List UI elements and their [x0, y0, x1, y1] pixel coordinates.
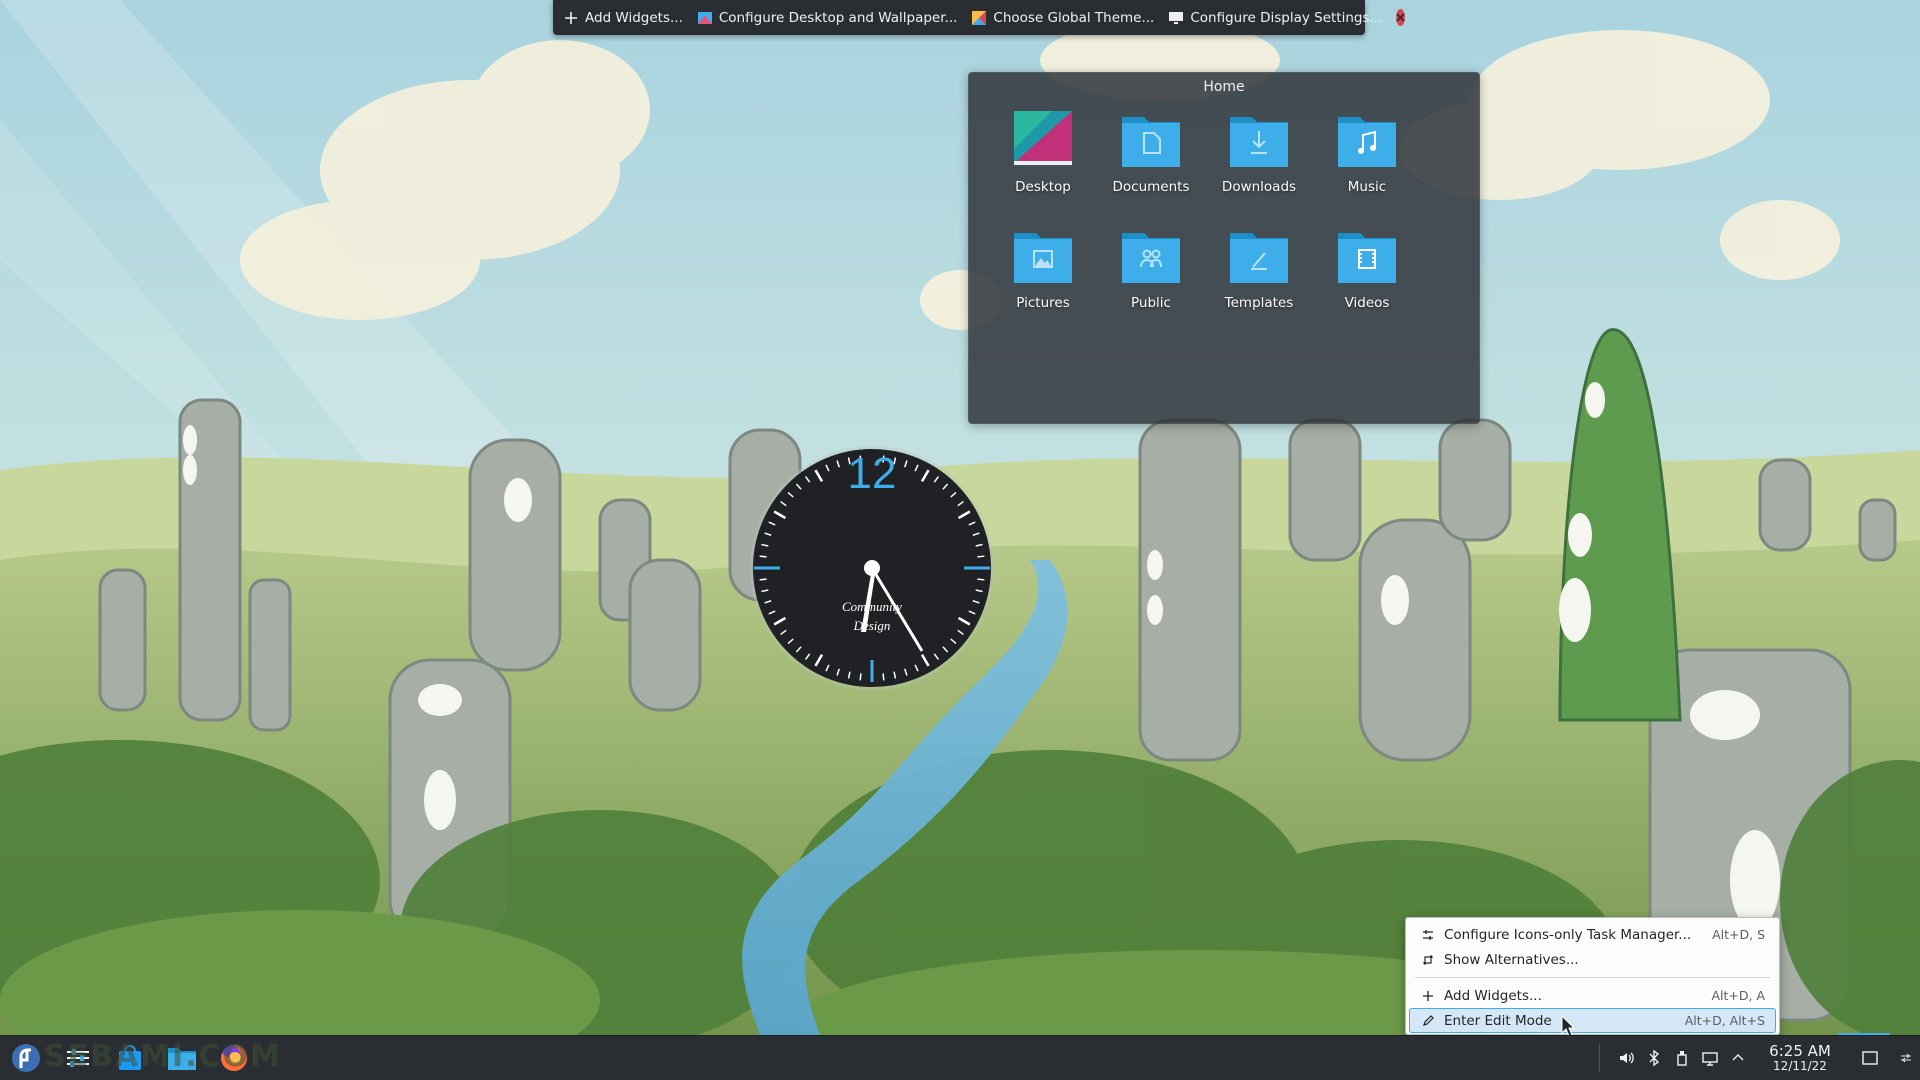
folder-documents[interactable]: Documents: [1097, 107, 1205, 223]
configure-display-button[interactable]: Configure Display Settings...: [1168, 10, 1382, 26]
menu-item-label: Show Alternatives...: [1444, 951, 1579, 968]
clock-tick: [882, 673, 885, 681]
chevron-up-icon[interactable]: [1724, 1036, 1752, 1080]
folder-label: Templates: [1224, 295, 1294, 311]
watermark-text: SEBAMI.COM: [44, 1039, 282, 1074]
theme-icon: [972, 10, 987, 25]
menu-configure-task-manager[interactable]: Configure Icons-only Task Manager... Alt…: [1409, 922, 1776, 947]
desktop-folder-icon: [1014, 111, 1072, 165]
configure-desktop-label: Configure Desktop and Wallpaper...: [718, 9, 958, 26]
menu-add-widgets[interactable]: Add Widgets... Alt+D, A: [1409, 983, 1776, 1008]
menu-enter-edit-mode[interactable]: Enter Edit Mode Alt+D, Alt+S: [1409, 1008, 1776, 1033]
videos-folder-icon: [1338, 233, 1396, 283]
plus-icon: [565, 11, 577, 24]
add-widgets-label: Add Widgets...: [585, 9, 683, 26]
folder-templates[interactable]: Templates: [1205, 223, 1313, 339]
folder-view-title: Home: [1203, 79, 1245, 95]
folder-label: Music: [1347, 179, 1387, 195]
alternatives-icon: [1420, 952, 1436, 968]
folder-downloads[interactable]: Downloads: [1205, 107, 1313, 223]
menu-item-label: Configure Icons-only Task Manager...: [1444, 926, 1692, 943]
choose-global-theme-label: Choose Global Theme...: [993, 9, 1155, 26]
folder-public[interactable]: Public: [1097, 223, 1205, 339]
templates-folder-icon: [1230, 233, 1288, 283]
documents-folder-icon: [1122, 117, 1180, 167]
configure-desktop-button[interactable]: Configure Desktop and Wallpaper...: [697, 9, 958, 26]
panel-settings-icon[interactable]: [1892, 1036, 1920, 1080]
task-manager-context-menu: Configure Icons-only Task Manager... Alt…: [1405, 917, 1780, 1035]
clock-tick: [759, 555, 767, 558]
folder-label: Videos: [1344, 295, 1390, 311]
folder-label: Downloads: [1221, 179, 1297, 195]
removable-devices-icon[interactable]: [1668, 1036, 1696, 1080]
choose-global-theme-button[interactable]: Choose Global Theme...: [971, 10, 1154, 26]
folder-label: Pictures: [1016, 295, 1070, 311]
menu-item-shortcut: Alt+D, A: [1711, 988, 1765, 1003]
folder-pictures[interactable]: Pictures: [989, 223, 1097, 339]
bottom-panel: SEBAMI.COM 6:25 AM 12/11/22: [0, 1035, 1920, 1080]
menu-item-label: Add Widgets...: [1444, 987, 1542, 1004]
analog-clock-widget[interactable]: 12 Community Design: [748, 444, 996, 692]
pencil-icon: [1420, 1013, 1436, 1029]
menu-separator: [1415, 977, 1770, 978]
menu-show-alternatives[interactable]: Show Alternatives...: [1409, 947, 1776, 972]
bluetooth-icon[interactable]: [1640, 1036, 1668, 1080]
folder-videos[interactable]: Videos: [1313, 223, 1421, 339]
public-folder-icon: [1122, 233, 1180, 283]
show-desktop-icon[interactable]: [1848, 1036, 1892, 1080]
folder-desktop[interactable]: Desktop: [989, 107, 1097, 223]
system-tray: 6:25 AM 12/11/22: [1587, 1036, 1920, 1080]
volume-icon[interactable]: [1612, 1036, 1640, 1080]
folder-label: Documents: [1112, 179, 1190, 195]
network-icon[interactable]: [1696, 1036, 1724, 1080]
menu-item-shortcut: Alt+D, S: [1712, 927, 1765, 942]
clock-tick: [759, 578, 767, 581]
folder-label: Desktop: [1015, 179, 1071, 195]
clock-date: 12/11/22: [1773, 1058, 1827, 1073]
folder-grid: Desktop Documents Downloads Music Pictur…: [989, 107, 1429, 339]
pictures-folder-icon: [1014, 233, 1072, 283]
display-icon: [1169, 11, 1184, 24]
mouse-cursor-icon: [1561, 1015, 1575, 1037]
add-widgets-button[interactable]: Add Widgets...: [563, 10, 683, 26]
clock-center-pin: [864, 560, 880, 576]
music-folder-icon: [1338, 117, 1396, 167]
digital-clock[interactable]: 6:25 AM 12/11/22: [1758, 1041, 1842, 1073]
configure-display-label: Configure Display Settings...: [1190, 9, 1383, 26]
clock-tick: [977, 555, 985, 558]
panel-separator: [1599, 1044, 1600, 1072]
clock-numeral-12: 12: [848, 449, 897, 498]
menu-item-shortcut: Alt+D, Alt+S: [1684, 1013, 1765, 1028]
clock-brand-line2: Design: [853, 618, 891, 633]
plus-icon: [1420, 988, 1436, 1004]
downloads-folder-icon: [1230, 117, 1288, 167]
clock-time: 6:25 AM: [1769, 1041, 1831, 1060]
configure-icon: [1420, 927, 1436, 943]
folder-music[interactable]: Music: [1313, 107, 1421, 223]
clock-tick: [859, 673, 862, 681]
application-launcher-icon[interactable]: [4, 1036, 48, 1080]
wallpaper-icon: [697, 11, 712, 24]
clock-tick: [977, 578, 985, 581]
folder-label: Public: [1131, 295, 1171, 311]
folder-view-widget: Home Desktop Documents Downloads Music P…: [968, 72, 1480, 424]
edit-mode-toolbar: Add Widgets... Configure Desktop and Wal…: [553, 0, 1406, 35]
